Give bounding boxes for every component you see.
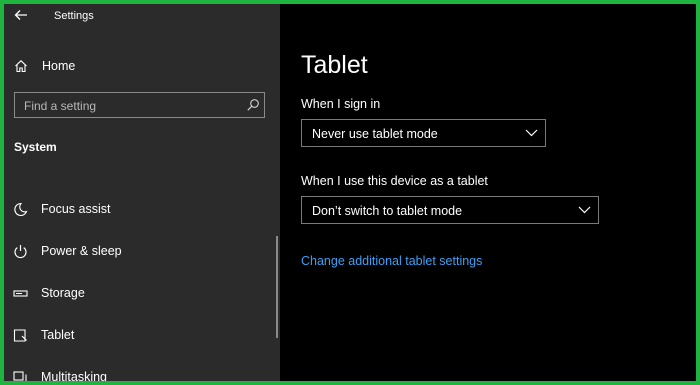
tablet-use-dropdown[interactable]: Don’t switch to tablet mode xyxy=(301,196,599,224)
page-title: Tablet xyxy=(301,51,368,79)
sign-in-dropdown[interactable]: Never use tablet mode xyxy=(301,119,546,147)
app-title: Settings xyxy=(54,10,94,22)
sidebar-item-label: Focus assist xyxy=(41,202,111,216)
moon-icon xyxy=(14,202,28,217)
search-placeholder: Find a setting xyxy=(24,99,97,113)
storage-icon xyxy=(13,290,28,297)
main-content: Tablet When I sign in Never use tablet m… xyxy=(280,4,696,381)
back-arrow-icon[interactable] xyxy=(12,6,30,24)
chevron-down-icon xyxy=(578,206,591,214)
sidebar-item-label: Storage xyxy=(41,286,85,300)
search-icon[interactable] xyxy=(246,98,260,112)
section-title: System xyxy=(14,140,57,154)
change-tablet-settings-link[interactable]: Change additional tablet settings xyxy=(301,254,482,268)
title-bar: Settings xyxy=(4,4,280,26)
home-icon xyxy=(15,60,27,73)
power-icon xyxy=(14,245,27,259)
search-input[interactable]: Find a setting xyxy=(14,92,265,118)
tablet-icon xyxy=(13,329,27,342)
tablet-use-value: Don’t switch to tablet mode xyxy=(312,204,463,218)
sidebar-item-label: Tablet xyxy=(41,328,75,342)
tablet-use-label: When I use this device as a tablet xyxy=(301,174,488,188)
sidebar: Settings Home Find a setting System Focu… xyxy=(4,4,280,381)
sidebar-item-focus-assist[interactable]: Focus assist xyxy=(4,190,276,228)
sidebar-item-power-sleep[interactable]: Power & sleep xyxy=(4,232,276,270)
sidebar-item-storage[interactable]: Storage xyxy=(4,274,276,312)
sidebar-scrollbar[interactable] xyxy=(276,236,278,338)
sign-in-label: When I sign in xyxy=(301,97,381,111)
settings-window: Settings Home Find a setting System Focu… xyxy=(0,0,700,385)
sidebar-item-label: Multitasking xyxy=(41,370,107,384)
home-label: Home xyxy=(42,59,76,73)
sidebar-item-multitasking[interactable]: Multitasking xyxy=(4,358,276,384)
sidebar-item-tablet[interactable]: Tablet xyxy=(4,316,276,354)
chevron-down-icon xyxy=(525,129,538,137)
multitasking-icon xyxy=(13,371,27,381)
sidebar-item-label: Power & sleep xyxy=(41,244,122,258)
sign-in-value: Never use tablet mode xyxy=(312,127,438,141)
home-nav-item[interactable]: Home xyxy=(14,56,264,76)
